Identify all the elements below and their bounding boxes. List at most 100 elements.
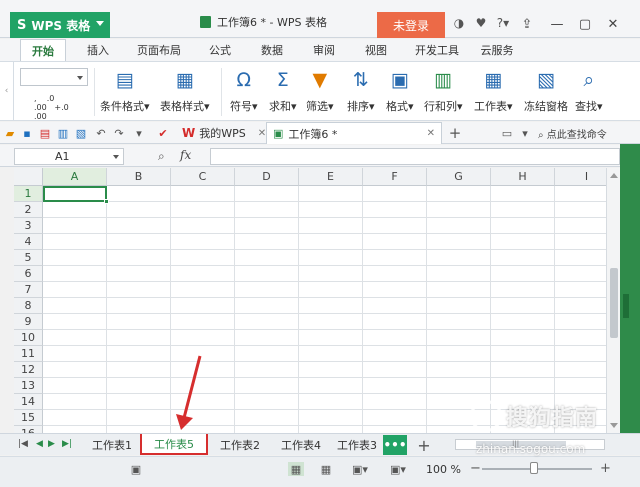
scroll-thumb[interactable] xyxy=(610,268,618,338)
tab-insert[interactable]: 插入 xyxy=(78,39,118,61)
row-header[interactable]: 2 xyxy=(14,202,43,218)
zoom-slider-thumb[interactable] xyxy=(530,462,538,474)
row-header[interactable]: 10 xyxy=(14,330,43,346)
insert-function-icon[interactable]: fx xyxy=(180,148,191,162)
column-header[interactable]: C xyxy=(171,168,235,186)
row-header[interactable]: 5 xyxy=(14,250,43,266)
row-header[interactable]: 11 xyxy=(14,346,43,362)
format-button[interactable]: ▣ 格式▾ xyxy=(386,68,414,114)
normal-view-icon[interactable]: ▦ xyxy=(288,462,304,476)
close-tab-icon[interactable]: ✕ xyxy=(427,128,435,139)
column-header[interactable]: A xyxy=(43,168,107,186)
open-folder-icon[interactable]: ▰ xyxy=(3,126,17,140)
fill-handle[interactable] xyxy=(104,199,109,204)
command-search[interactable]: ⌕ 点此查找命令 xyxy=(538,126,607,141)
tab-list-icon[interactable]: ▭ xyxy=(500,126,514,140)
help-icon[interactable]: ? ▾ xyxy=(494,14,512,32)
column-header[interactable]: B xyxy=(107,168,171,186)
prev-sheet-icon[interactable]: ◀ xyxy=(36,439,43,449)
new-tab-icon[interactable]: + xyxy=(448,124,462,142)
sheet-tab[interactable]: 工作表3 xyxy=(332,434,382,455)
name-box[interactable]: A1 xyxy=(14,148,124,165)
horizontal-scroll-thumb[interactable] xyxy=(476,441,566,448)
sheet-tab[interactable]: 工作表1 xyxy=(86,434,138,455)
page-layout-view-icon[interactable]: ▣▾ xyxy=(352,462,368,476)
number-format-select[interactable] xyxy=(20,68,88,86)
pin-icon[interactable]: ✔ xyxy=(156,126,170,140)
selected-cell[interactable] xyxy=(43,186,109,204)
row-header[interactable]: 7 xyxy=(14,282,43,298)
tab-data[interactable]: 数据 xyxy=(252,39,292,61)
row-header[interactable]: 8 xyxy=(14,298,43,314)
row-header[interactable]: 14 xyxy=(14,394,43,410)
column-header[interactable]: F xyxy=(363,168,427,186)
sort-button[interactable]: ⇅ 排序▾ xyxy=(347,68,375,114)
skin-icon[interactable]: ◑ xyxy=(450,14,468,32)
macro-record-icon[interactable]: ▣ xyxy=(128,462,144,476)
tab-home[interactable]: 开始 xyxy=(20,39,66,61)
worksheet-button[interactable]: ▦ 工作表▾ xyxy=(474,68,513,114)
tab-chevron-icon[interactable]: ▾ xyxy=(518,126,532,140)
row-header[interactable]: 6 xyxy=(14,266,43,282)
column-header[interactable]: E xyxy=(299,168,363,186)
more-sheets-button[interactable]: ••• xyxy=(383,435,407,455)
table-style-button[interactable]: ▦ 表格样式▾ xyxy=(160,68,210,114)
last-sheet-icon[interactable]: ▶| xyxy=(62,439,72,449)
ribbon-scroll-left[interactable]: ‹ xyxy=(0,62,14,120)
login-button[interactable]: 未登录 xyxy=(377,12,445,38)
spreadsheet-grid[interactable]: ABCDEFGHI12345678910111213141516 xyxy=(14,168,606,433)
print-icon[interactable]: ▥ xyxy=(56,126,70,140)
redo-icon[interactable]: ↷ xyxy=(112,126,126,140)
select-all-corner[interactable] xyxy=(14,168,43,186)
row-header[interactable]: 12 xyxy=(14,362,43,378)
add-sheet-button[interactable]: + xyxy=(414,435,434,455)
restore-icon[interactable]: ⇪ xyxy=(516,14,538,34)
sum-button[interactable]: Σ 求和▾ xyxy=(269,68,297,114)
column-header[interactable]: I xyxy=(555,168,606,186)
row-header[interactable]: 4 xyxy=(14,234,43,250)
close-tab-icon[interactable]: ✕ xyxy=(258,128,266,139)
column-header[interactable]: H xyxy=(491,168,555,186)
row-header[interactable]: 1 xyxy=(14,186,43,202)
sheet-tab-active[interactable]: 工作表5 xyxy=(140,434,208,455)
maximize-icon[interactable]: ▢ xyxy=(574,14,596,34)
row-header[interactable]: 16 xyxy=(14,426,43,433)
scroll-down-icon[interactable] xyxy=(610,423,618,428)
row-header[interactable]: 15 xyxy=(14,410,43,426)
side-panel-handle[interactable] xyxy=(623,294,629,318)
rows-columns-button[interactable]: ▥ 行和列▾ xyxy=(424,68,463,114)
sheet-tab[interactable]: 工作表2 xyxy=(212,434,268,455)
conditional-format-button[interactable]: ▤ 条件格式▾ xyxy=(100,68,150,114)
find-button[interactable]: ⌕ 查找▾ xyxy=(575,68,603,114)
close-icon[interactable]: ✕ xyxy=(602,14,624,34)
zoom-lookup-icon[interactable]: ⌕ xyxy=(158,149,165,164)
column-header[interactable]: G xyxy=(427,168,491,186)
row-header[interactable]: 9 xyxy=(14,314,43,330)
page-break-view-icon[interactable]: ▦ xyxy=(318,462,334,476)
increase-decimal-button[interactable]: .0.00 xyxy=(34,94,54,112)
tab-review[interactable]: 审阅 xyxy=(304,39,344,61)
eye-protection-icon[interactable]: ▣▾ xyxy=(390,462,406,476)
doc-tab-my-wps[interactable]: W 我的WPS ✕ xyxy=(176,122,268,144)
horizontal-scrollbar[interactable]: ||| xyxy=(455,439,605,450)
zoom-in-icon[interactable]: + xyxy=(600,461,611,476)
scroll-up-icon[interactable] xyxy=(610,173,618,178)
tab-view[interactable]: 视图 xyxy=(356,39,396,61)
column-header[interactable]: D xyxy=(235,168,299,186)
formula-input[interactable] xyxy=(210,148,620,165)
zoom-out-icon[interactable]: − xyxy=(470,461,481,476)
save-icon[interactable]: ▪ xyxy=(20,126,34,140)
shirt-icon[interactable]: ♥ xyxy=(472,14,490,32)
row-header[interactable]: 13 xyxy=(14,378,43,394)
minimize-icon[interactable]: — xyxy=(546,14,568,34)
sheet-tab[interactable]: 工作表4 xyxy=(272,434,330,455)
row-header[interactable]: 3 xyxy=(14,218,43,234)
first-sheet-icon[interactable]: |◀ xyxy=(18,439,28,449)
tab-page-layout[interactable]: 页面布局 xyxy=(130,39,188,61)
vertical-scrollbar[interactable] xyxy=(606,168,620,433)
undo-icon[interactable]: ↶ xyxy=(94,126,108,140)
customize-quick-access-icon[interactable]: ▾ xyxy=(132,126,146,140)
filter-button[interactable]: ▼ 筛选▾ xyxy=(306,68,334,114)
export-pdf-icon[interactable]: ▤ xyxy=(38,126,52,140)
freeze-panes-button[interactable]: ▧ 冻结窗格 xyxy=(524,68,568,114)
